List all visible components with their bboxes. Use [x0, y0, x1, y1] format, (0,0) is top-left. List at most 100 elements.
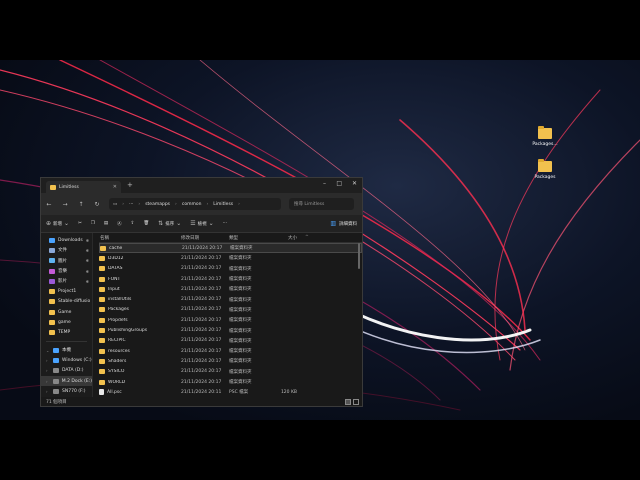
file-row[interactable]: cache 21/11/2024 20:17 檔案資料夾: [99, 243, 362, 254]
nav-drive-item[interactable]: › DATA (D:): [41, 366, 92, 376]
nav-drive-item[interactable]: › SN770 (F:): [41, 386, 92, 396]
file-name-cell: DATAS: [99, 266, 181, 272]
nav-item[interactable]: game: [41, 317, 92, 327]
chevron-down-icon: ⌄: [64, 220, 70, 227]
address-bar[interactable]: ▭ › ··· › steamapps › common › Limitless…: [109, 198, 281, 210]
chevron-down-icon: ⌄: [176, 220, 182, 227]
file-row[interactable]: Input 21/11/2024 20:17 檔案資料夾: [99, 284, 362, 294]
file-date: 21/11/2024 20:17: [181, 276, 222, 282]
nav-item[interactable]: Stable-diffusio: [41, 297, 92, 307]
nav-item[interactable]: TEMP: [41, 328, 92, 338]
breadcrumb-common[interactable]: common: [182, 202, 202, 207]
search-input[interactable]: 搜尋 Limitless: [289, 198, 354, 210]
nav-item-label: 音樂: [58, 269, 67, 275]
close-button[interactable]: ✕: [352, 180, 357, 187]
more-button[interactable]: ···: [223, 221, 227, 226]
file-row[interactable]: D3D12 21/11/2024 20:17 檔案資料夾: [99, 253, 362, 263]
maximize-button[interactable]: □: [336, 180, 342, 187]
nav-drive-item[interactable]: › Windows (C:): [41, 355, 92, 365]
file-row[interactable]: WORLD 21/11/2024 20:17 檔案資料夾: [99, 377, 362, 387]
plus-circle-icon: ⊕: [46, 220, 52, 227]
tab-limitless[interactable]: Limitless ✕: [46, 181, 121, 193]
details-button[interactable]: ▥ 詳細資料: [330, 220, 357, 227]
back-arrow-icon[interactable]: ←: [45, 201, 53, 208]
chevron-right-icon[interactable]: ›: [46, 368, 50, 373]
nav-item[interactable]: 文件 ✱: [41, 245, 92, 255]
column-date[interactable]: 修改日期: [181, 235, 229, 241]
share-icon[interactable]: ⇪: [131, 221, 135, 226]
file-row[interactable]: RECIPIC 21/11/2024 20:17 檔案資料夾: [99, 336, 362, 346]
file-row[interactable]: Propdefs 21/11/2024 20:17 檔案資料夾: [99, 315, 362, 325]
folder-icon: [100, 245, 106, 251]
details-label: 詳細資料: [339, 221, 357, 227]
file-name: Packages: [108, 307, 129, 313]
sort-button[interactable]: ⇅ 排序 ⌄: [158, 220, 181, 227]
cut-icon[interactable]: ✂: [78, 221, 82, 226]
chevron-right-icon[interactable]: ›: [46, 389, 50, 394]
rename-icon[interactable]: Ⓐ: [117, 221, 122, 227]
desktop-icon-packages[interactable]: Packages: [528, 159, 562, 180]
delete-icon[interactable]: 🗑: [143, 221, 149, 226]
file-row[interactable]: Packages 21/11/2024 20:17 檔案資料夾: [99, 305, 362, 315]
tab-close-icon[interactable]: ✕: [113, 184, 117, 190]
view-button[interactable]: ☰ 檢視 ⌄: [190, 220, 213, 227]
file-row[interactable]: PublishingGroups 21/11/2024 20:17 檔案資料夾: [99, 325, 362, 335]
forward-arrow-icon[interactable]: →: [61, 201, 69, 208]
desktop-icon-packages-shortcut[interactable]: Packages...: [528, 126, 562, 147]
copy-icon[interactable]: ❐: [91, 221, 95, 226]
column-name[interactable]: 名稱: [99, 235, 181, 241]
file-row[interactable]: resources 21/11/2024 20:17 檔案資料夾: [99, 346, 362, 356]
breadcrumb-more[interactable]: ···: [129, 202, 133, 207]
chevron-down-icon: ⌄: [208, 220, 214, 227]
drive-icon: [52, 378, 59, 384]
paste-icon[interactable]: ▤: [104, 221, 108, 226]
file-name-cell: resources: [99, 348, 181, 354]
nav-drive-item[interactable]: ⌄ 本機: [41, 345, 92, 355]
nav-item[interactable]: 圖片 ✱: [41, 256, 92, 266]
nav-item[interactable]: 影片 ✱: [41, 276, 92, 286]
nav-item[interactable]: 音樂 ✱: [41, 266, 92, 276]
up-arrow-icon[interactable]: ↑: [77, 201, 85, 208]
file-name: WORLD: [108, 379, 126, 385]
chevron-right-icon[interactable]: ›: [46, 379, 50, 384]
folder-icon: [538, 126, 552, 139]
sort-indicator-icon: ^: [305, 235, 309, 240]
file-row[interactable]: FONT 21/11/2024 20:17 檔案資料夾: [99, 274, 362, 284]
file-row[interactable]: All.psc 21/11/2024 20:11 PSC 檔案 120 KB: [99, 387, 362, 397]
refresh-icon[interactable]: ↻: [93, 201, 101, 208]
nav-item[interactable]: Downloads ✱: [41, 235, 92, 245]
title-bar: Limitless ✕ + – □ ✕: [41, 178, 362, 193]
tiles-view-icon[interactable]: [353, 399, 359, 405]
breadcrumb-steamapps[interactable]: steamapps: [145, 202, 170, 207]
nav-item-label: Project1: [58, 289, 77, 295]
nav-drive-item[interactable]: › M.2 Dock (E:): [41, 375, 92, 387]
minimize-button[interactable]: –: [323, 180, 326, 187]
file-name: resources: [108, 348, 130, 354]
details-view-icon[interactable]: [345, 399, 351, 405]
details-pane-icon: ▥: [330, 220, 336, 227]
nav-item-label: 影片: [58, 279, 67, 285]
file-row[interactable]: Shaders 21/11/2024 20:17 檔案資料夾: [99, 356, 362, 366]
folder-icon: [99, 369, 105, 375]
chevron-down-icon[interactable]: ⌄: [46, 348, 50, 353]
file-date: 21/11/2024 20:17: [181, 338, 222, 344]
file-name: cache: [109, 245, 123, 251]
column-type[interactable]: 類型: [229, 235, 269, 241]
nav-item[interactable]: Project1: [41, 286, 92, 296]
file-row[interactable]: SYSICO 21/11/2024 20:17 檔案資料夾: [99, 367, 362, 377]
file-type: 檔案資料夾: [229, 256, 252, 262]
nav-item[interactable]: Game: [41, 307, 92, 317]
new-button[interactable]: ⊕ 新增 ⌄: [46, 220, 69, 227]
new-tab-button[interactable]: +: [127, 181, 133, 189]
scrollbar[interactable]: [358, 243, 360, 269]
breadcrumb-limitless[interactable]: Limitless: [213, 202, 233, 207]
folder-icon: [49, 258, 55, 264]
file-row[interactable]: installUtils 21/11/2024 20:17 檔案資料夾: [99, 294, 362, 304]
folder-icon: [50, 184, 56, 190]
file-row[interactable]: DATAS 21/11/2024 20:17 檔案資料夾: [99, 264, 362, 274]
folder-icon: [99, 338, 105, 344]
chevron-right-icon[interactable]: ›: [46, 358, 50, 363]
file-name: DATAS: [108, 266, 123, 272]
file-list: 名稱 修改日期 類型 大小 ^ cache 21/11/2024 20:17 檔案資…: [93, 233, 362, 406]
column-size[interactable]: 大小: [269, 235, 305, 241]
